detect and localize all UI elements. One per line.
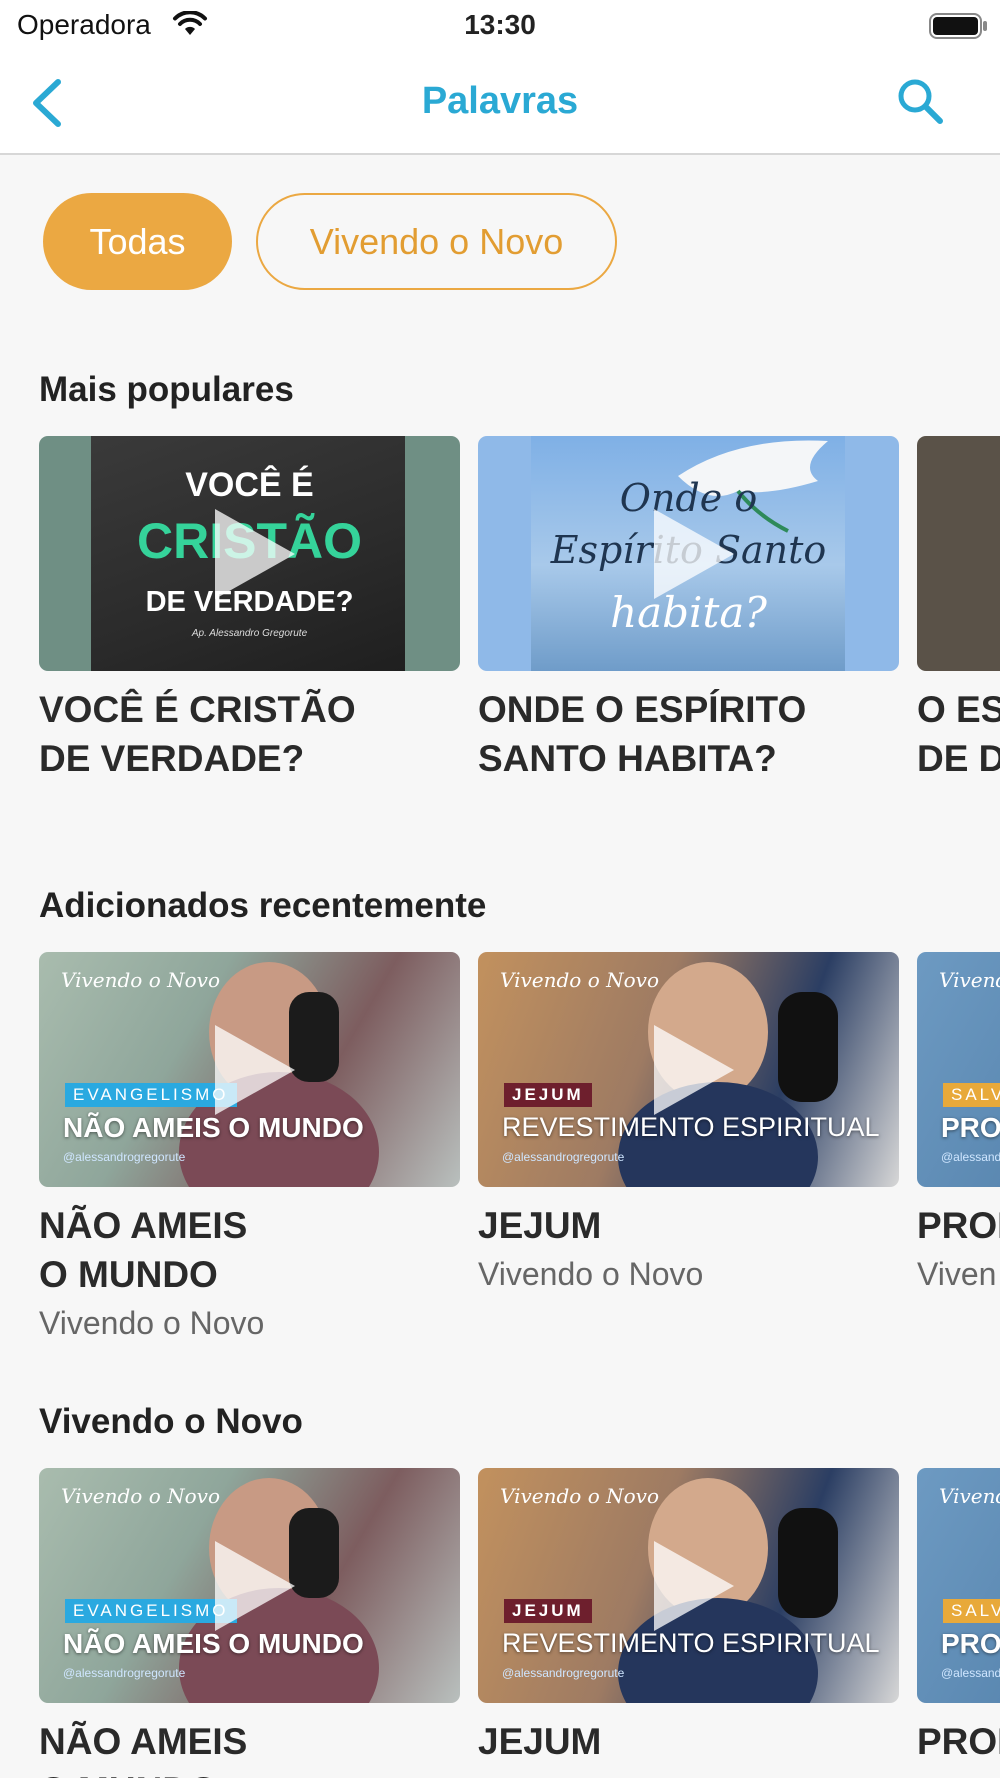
carousel-mais-populares[interactable]: VOCÊ É CRISTÃO DE VERDADE? Ap. Alessandr… — [39, 436, 1000, 856]
play-icon[interactable] — [195, 499, 305, 609]
thumbnail-tag: JEJUM — [504, 1599, 592, 1623]
search-button[interactable] — [893, 74, 949, 130]
page-title: Palavras — [421, 80, 579, 122]
video-card[interactable]: Vivendo o Novo JEJUM REVESTIMENTO ESPIRI… — [478, 952, 899, 1293]
thumbnail-headline: PRO — [941, 1628, 1000, 1659]
video-card[interactable]: Vivendo o Novo JEJUM REVESTIMENTO ESPIRI… — [478, 1468, 899, 1766]
section-title-mais-populares: Mais populares — [39, 370, 294, 409]
video-card[interactable]: O ES DE D — [917, 436, 1000, 783]
video-thumbnail — [917, 436, 1000, 671]
video-thumbnail: Onde o Espírito Santo habita? — [478, 436, 899, 671]
status-bar: Operadora 13:30 — [0, 0, 1000, 52]
play-icon[interactable] — [634, 499, 744, 609]
battery-icon — [929, 13, 987, 39]
video-thumbnail: VOCÊ É CRISTÃO DE VERDADE? Ap. Alessandr… — [39, 436, 460, 671]
video-card[interactable]: Onde o Espírito Santo habita? ONDE O ESP… — [478, 436, 899, 783]
video-subtitle: Vivendo o Novo — [478, 1256, 704, 1292]
program-logo: Vivendo o Novo — [61, 1484, 220, 1508]
thumbnail-handle: @alessandrogregorute — [63, 1150, 186, 1164]
search-icon — [898, 79, 943, 124]
carousel-vivendo-o-novo[interactable]: Vivendo o Novo EVANGELISMO NÃO AMEIS O M… — [39, 1468, 1000, 1778]
thumbnail-handle: @alessandrogregorute — [63, 1666, 186, 1680]
video-thumbnail: Vivendo o Novo JEJUM REVESTIMENTO ESPIRI… — [478, 952, 899, 1187]
thumbnail-tag: JEJUM — [504, 1083, 592, 1107]
play-icon[interactable] — [195, 1531, 305, 1641]
video-title: VOCÊ É CRISTÃO DE VERDADE? — [39, 689, 356, 779]
section-title-vivendo-o-novo: Vivendo o Novo — [39, 1402, 303, 1441]
thumbnail-tag: SALV — [943, 1599, 1000, 1623]
play-icon[interactable] — [195, 1015, 305, 1125]
thumbnail-handle: @alessand — [941, 1666, 1000, 1680]
video-thumbnail: Vivendo o Novo EVANGELISMO NÃO AMEIS O M… — [39, 952, 460, 1187]
program-logo: Vivendo o Novo — [61, 968, 220, 992]
video-title: PROI — [917, 1205, 1000, 1246]
video-title: NÃO AMEIS O MUNDO — [39, 1205, 248, 1295]
video-card[interactable]: VOCÊ É CRISTÃO DE VERDADE? Ap. Alessandr… — [39, 436, 460, 783]
program-logo: Vivendo o Novo — [500, 1484, 659, 1508]
thumbnail-handle: @alessand — [941, 1150, 1000, 1164]
play-icon[interactable] — [634, 1531, 744, 1641]
thumbnail-handle: @alessandrogregorute — [502, 1666, 625, 1680]
filter-chip-vivendo-o-novo[interactable]: Vivendo o Novo — [256, 193, 617, 290]
thumbnail-signature: Ap. Alessandro Gregorute — [191, 628, 308, 639]
video-title: O ES DE D — [917, 689, 1000, 779]
filter-chip-todas[interactable]: Todas — [43, 193, 232, 290]
video-thumbnail: Vivendo o Novo SALV PRO @alessand — [917, 952, 1000, 1187]
video-title: PROI — [917, 1721, 1000, 1762]
video-subtitle: Viven — [917, 1256, 997, 1292]
program-logo: Vivendo o Novo — [939, 968, 1000, 992]
navigation-bar: Palavras — [0, 52, 1000, 155]
carousel-adicionados-recentemente[interactable]: Vivendo o Novo EVANGELISMO NÃO AMEIS O M… — [39, 952, 1000, 1372]
section-title-adicionados-recentemente: Adicionados recentemente — [39, 886, 487, 925]
video-subtitle: Vivendo o Novo — [39, 1305, 265, 1341]
thumbnail-handle: @alessandrogregorute — [502, 1150, 625, 1164]
video-card[interactable]: Vivendo o Novo EVANGELISMO NÃO AMEIS O M… — [39, 1468, 460, 1778]
video-thumbnail: Vivendo o Novo EVANGELISMO NÃO AMEIS O M… — [39, 1468, 460, 1703]
clock: 13:30 — [464, 9, 536, 40]
video-card[interactable]: Vivendo o Novo EVANGELISMO NÃO AMEIS O M… — [39, 952, 460, 1342]
thumbnail-headline: PRO — [941, 1112, 1000, 1143]
program-logo: Vivendo o Novo — [939, 1484, 1000, 1508]
video-card[interactable]: Vivendo o Novo SALV PRO @alessand PROI V… — [917, 952, 1000, 1293]
video-title: ONDE O ESPÍRITO SANTO HABITA? — [478, 689, 807, 779]
video-card[interactable]: Vivendo o Novo SALV PRO @alessand PROI — [917, 1468, 1000, 1766]
video-thumbnail: Vivendo o Novo SALV PRO @alessand — [917, 1468, 1000, 1703]
video-thumbnail: Vivendo o Novo JEJUM REVESTIMENTO ESPIRI… — [478, 1468, 899, 1703]
video-title: JEJUM — [478, 1721, 602, 1762]
video-title: NÃO AMEIS O MUNDO — [39, 1721, 248, 1778]
play-icon[interactable] — [634, 1015, 744, 1125]
filter-chips: Todas Vivendo o Novo — [43, 193, 617, 290]
thumbnail-tag: SALV — [943, 1083, 1000, 1107]
program-logo: Vivendo o Novo — [500, 968, 659, 992]
video-title: JEJUM — [478, 1205, 602, 1246]
